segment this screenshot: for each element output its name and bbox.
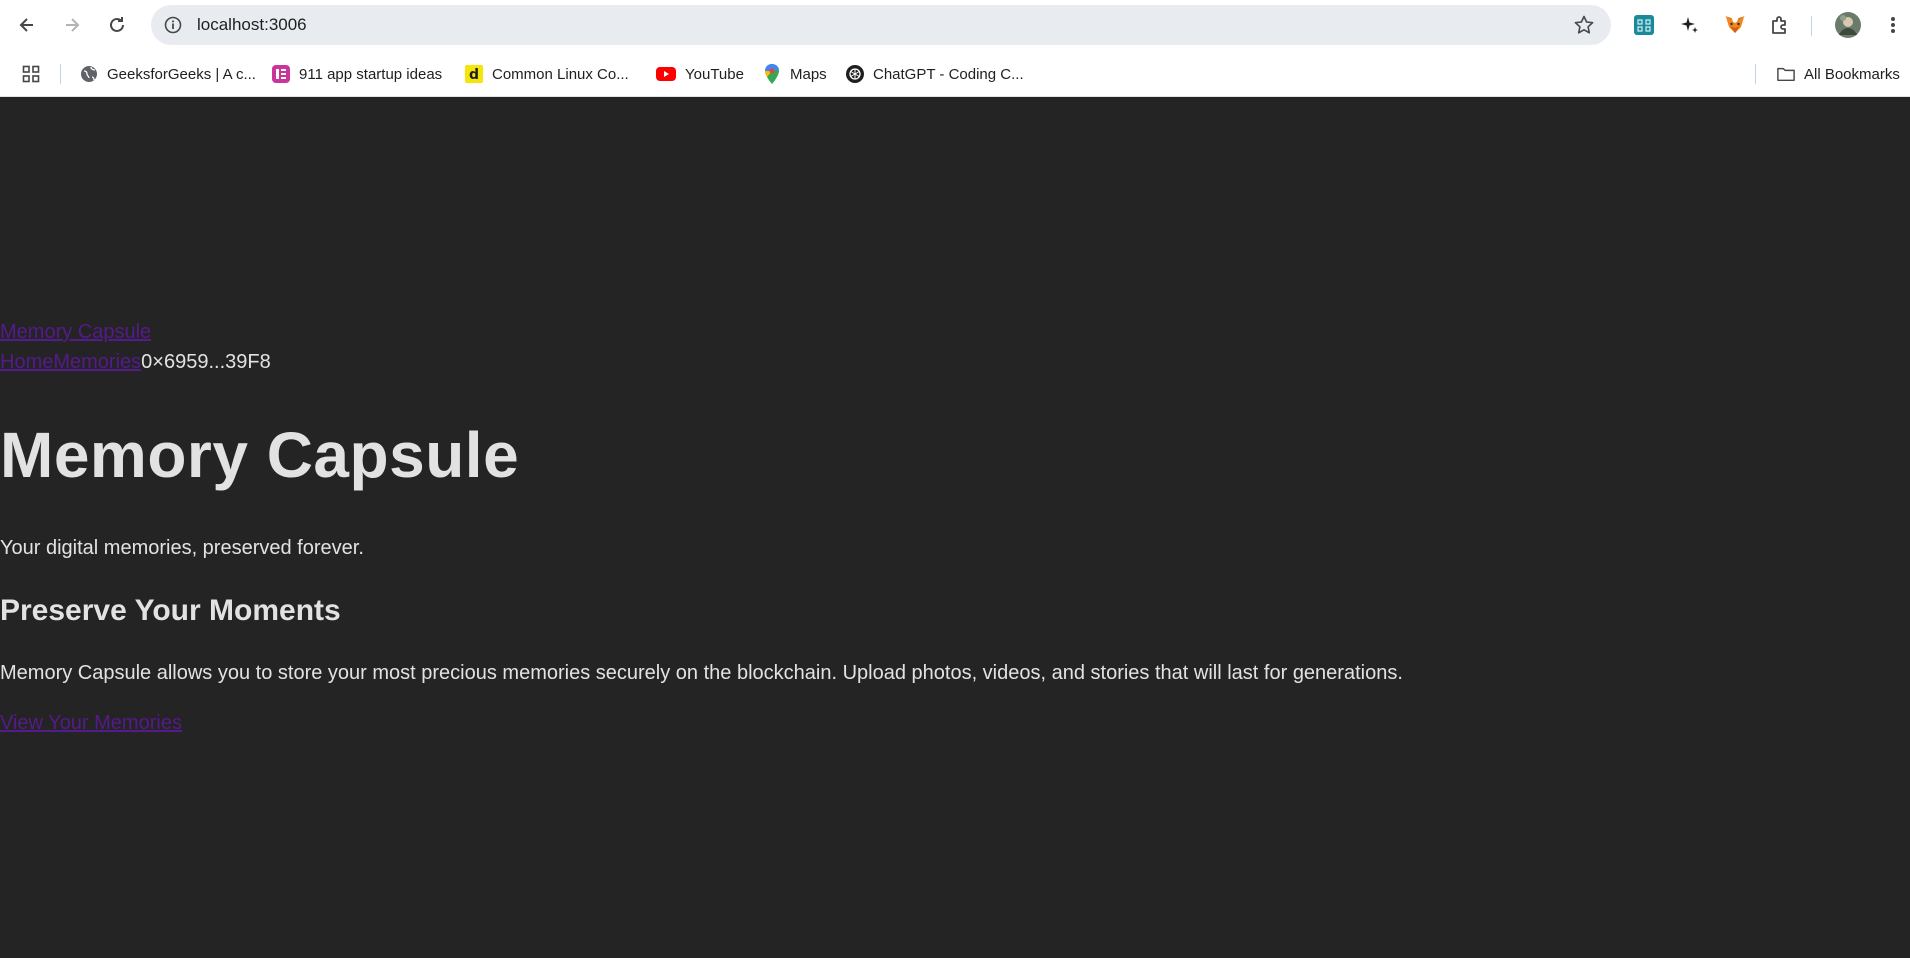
bookmark-common-linux[interactable]: d Common Linux Co...: [465, 62, 629, 86]
extensions-puzzle-icon[interactable]: [1767, 12, 1793, 38]
browser-menu-icon[interactable]: [1880, 12, 1906, 38]
main-nav: Home Memories 0×6959...39F8: [0, 351, 271, 374]
nav-home-link[interactable]: Home: [0, 351, 53, 374]
maps-icon: [763, 64, 781, 84]
app-icon: [272, 65, 290, 83]
apps-grid-icon[interactable]: [22, 62, 40, 86]
bookmark-geeksforgeeks[interactable]: GeeksforGeeks | A c...: [80, 62, 256, 86]
youtube-icon: [656, 65, 676, 83]
bookmark-maps[interactable]: Maps: [763, 62, 827, 86]
site-info-icon[interactable]: [159, 11, 187, 39]
globe-icon: [80, 65, 98, 83]
bookmark-911-app[interactable]: 911 app startup ideas: [272, 62, 442, 86]
nav-memories-link[interactable]: Memories: [53, 351, 141, 374]
browser-toolbar: localhost:3006: [0, 0, 1910, 50]
arrow-right-icon: [66, 18, 80, 32]
folder-icon: [1777, 65, 1795, 83]
reload-button[interactable]: [99, 7, 135, 43]
tagline: Your digital memories, preserved forever…: [0, 537, 364, 559]
bookmark-youtube[interactable]: YouTube: [656, 62, 744, 86]
d-icon: d: [465, 65, 483, 83]
bookmarks-separator: [60, 64, 61, 84]
bookmark-label: 911 app startup ideas: [299, 65, 443, 83]
bookmark-chatgpt[interactable]: ChatGPT - Coding C...: [846, 62, 1024, 86]
arrow-left-icon: [19, 18, 33, 32]
bookmark-label: Common Linux Co...: [492, 65, 629, 83]
extension-teal-icon[interactable]: [1631, 12, 1657, 38]
hero-title: Memory Capsule: [0, 419, 520, 491]
sparkle-icon[interactable]: [1677, 12, 1703, 38]
page-content: Memory Capsule Home Memories 0×6959...39…: [0, 97, 1910, 958]
all-bookmarks-label: All Bookmarks: [1804, 65, 1900, 83]
bookmark-label: GeeksforGeeks | A c...: [107, 65, 256, 83]
section-title: Preserve Your Moments: [0, 594, 341, 627]
chatgpt-icon: [846, 65, 864, 83]
address-bar[interactable]: localhost:3006: [151, 5, 1611, 45]
toolbar-separator: [1811, 16, 1812, 36]
bookmark-label: Maps: [790, 65, 827, 83]
view-memories-link[interactable]: View Your Memories: [0, 712, 182, 735]
bookmark-star-icon[interactable]: [1573, 14, 1595, 41]
reload-icon: [110, 17, 124, 32]
svg-text:d: d: [469, 67, 479, 83]
profile-avatar[interactable]: [1833, 10, 1863, 40]
forward-button[interactable]: [54, 7, 90, 43]
bookmarks-bar: GeeksforGeeks | A c... 911 app startup i…: [0, 50, 1910, 97]
bookmark-label: ChatGPT - Coding C...: [873, 65, 1024, 83]
wallet-address: 0×6959...39F8: [141, 351, 271, 373]
all-bookmarks-button[interactable]: All Bookmarks: [1777, 62, 1900, 86]
brand-link[interactable]: Memory Capsule: [0, 321, 151, 344]
url-text[interactable]: localhost:3006: [197, 15, 307, 35]
back-button[interactable]: [9, 7, 45, 43]
section-description: Memory Capsule allows you to store your …: [0, 662, 1403, 684]
bookmarks-separator: [1755, 64, 1756, 84]
bookmark-label: YouTube: [685, 65, 744, 83]
metamask-fox-icon[interactable]: [1722, 12, 1748, 38]
